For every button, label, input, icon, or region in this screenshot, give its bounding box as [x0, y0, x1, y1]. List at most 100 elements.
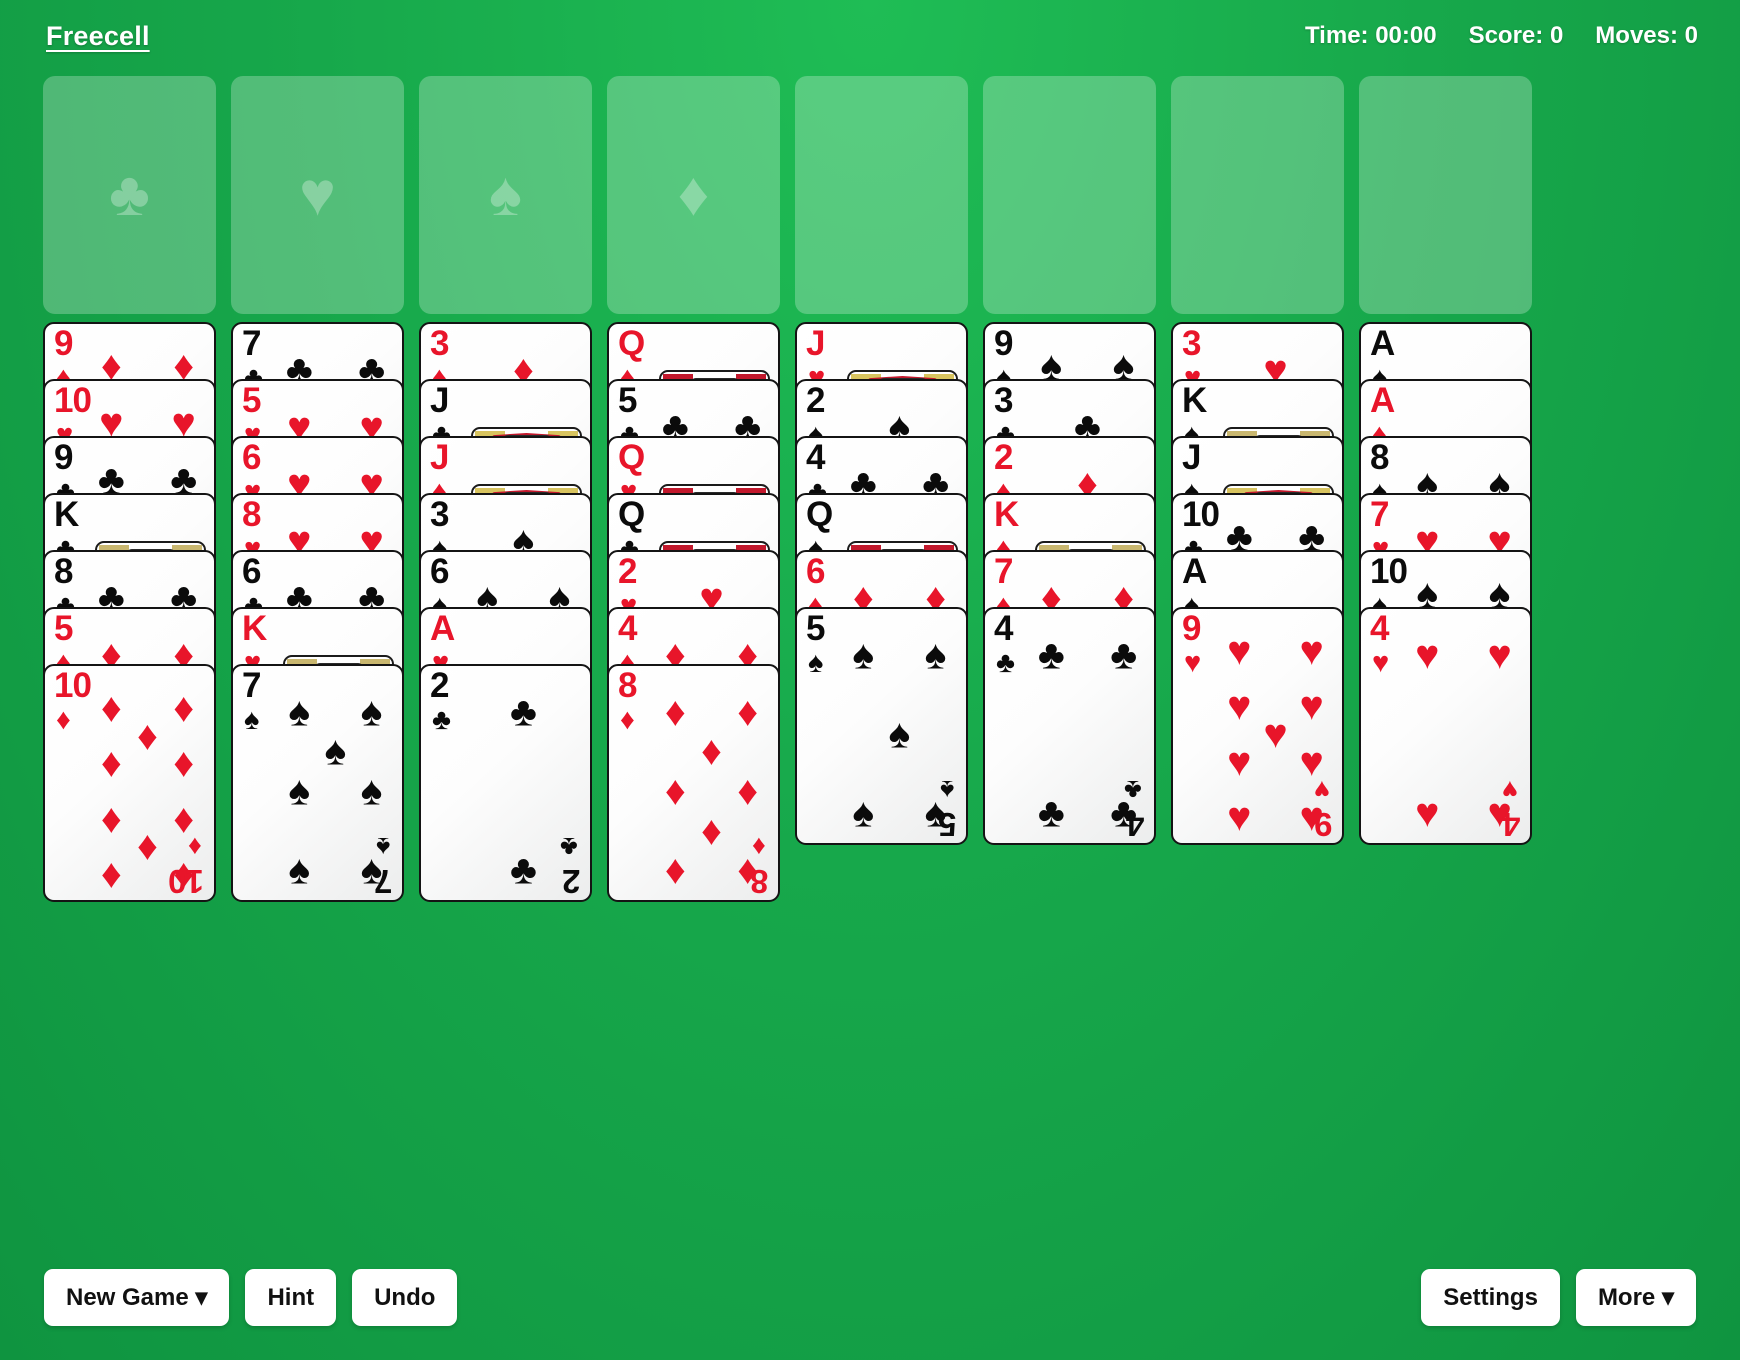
foundation-slot-club[interactable]: ♣ — [43, 76, 216, 314]
pip-layout: ♠ ♠ ♠ ♠ ♠ — [843, 631, 956, 833]
card-rank: 10 — [1370, 552, 1408, 591]
diamond-icon: ♦ — [100, 795, 122, 842]
tableau-column-1[interactable]: 9♦♦♦♦♦♦♦♦♦♦9♦10♥♥♥♥♥♥♥♥♥♥♥10♥9♣♣♣♣♣♣♣♣♣♣… — [43, 322, 216, 932]
spade-icon: ♠ — [808, 647, 824, 679]
card-rank: Q — [618, 495, 645, 534]
card-rank: 10 — [54, 666, 92, 705]
heart-icon: ♥ — [1501, 775, 1518, 805]
card-rank: A — [1370, 324, 1395, 363]
top-bar: Freecell Time: 00:00 Score: 0 Moves: 0 — [0, 0, 1740, 72]
spade-icon: ♠ — [244, 704, 260, 736]
card-rank: 2 — [994, 438, 1013, 477]
card-rank: 10 — [1182, 495, 1220, 534]
heart-icon: ♥ — [1487, 631, 1512, 678]
diamond-icon: ♦ — [701, 807, 722, 854]
card-rank: Q — [618, 438, 645, 477]
spade-icon: ♠ — [360, 767, 383, 814]
tableau-column-7[interactable]: 3♥♥♥♥3♥K♠K♠J♠J♠10♣♣♣♣♣♣♣♣♣♣♣10♣A♠♠A♠9♥♥♥… — [1171, 322, 1344, 932]
card-8-diamond[interactable]: 8 ♦ ♦ ♦ ♦ ♦ ♦ ♦ ♦ ♦ 8 ♦ — [607, 664, 780, 902]
status-group: Time: 00:00 Score: 0 Moves: 0 — [1305, 22, 1698, 50]
card-10-diamond[interactable]: 10 ♦ ♦ ♦ ♦ ♦ ♦ ♦ ♦ ♦ ♦ ♦ 10 ♦ — [43, 664, 216, 902]
card-rank-bottom: 2 — [562, 863, 580, 900]
foundation-slot-diamond[interactable]: ♦ — [607, 76, 780, 314]
settings-button[interactable]: Settings — [1421, 1269, 1560, 1326]
spade-icon: ♠ — [924, 631, 947, 678]
heart-icon: ♥ — [1184, 647, 1202, 679]
heart-icon: ♥ — [1227, 682, 1252, 729]
card-9-heart[interactable]: 9 ♥ ♥ ♥ ♥ ♥ ♥ ♥ ♥ ♥ ♥ 9 ♥ — [1171, 607, 1344, 845]
card-rank-bottom: 4 — [1126, 806, 1144, 843]
tableau-column-8[interactable]: A♠♠A♠A♦♦A♦8♠♠♠♠♠♠♠♠♠8♠7♥♥♥♥♥♥♥♥7♥10♠♠♠♠♠… — [1359, 322, 1532, 932]
club-icon: ♣ — [1037, 789, 1065, 836]
diamond-icon: ♦ — [664, 688, 686, 735]
card-rank: 7 — [242, 666, 261, 705]
free-cell-3[interactable] — [1171, 76, 1344, 314]
game-title-link[interactable]: Freecell — [46, 21, 150, 52]
tableau-column-2[interactable]: 7♣♣♣♣♣♣♣♣7♣5♥♥♥♥♥♥5♥6♥♥♥♥♥♥♥6♥8♥♥♥♥♥♥♥♥♥… — [231, 322, 404, 932]
spade-icon: ♠ — [852, 631, 875, 678]
card-rank: 8 — [1370, 438, 1389, 477]
more-button[interactable]: More ▾ — [1575, 1269, 1696, 1326]
free-cell-4[interactable] — [1359, 76, 1532, 314]
undo-button[interactable]: Undo — [352, 1269, 458, 1326]
card-4-heart[interactable]: 4 ♥ ♥ ♥ ♥ ♥ 4 ♥ — [1359, 607, 1532, 845]
tableau-column-4[interactable]: Q♦Q♦5♣♣♣♣♣♣5♣Q♥Q♥Q♣Q♣2♥♥♥2♥4♦♦♦♦♦4♦8♦♦♦♦… — [607, 322, 780, 932]
card-rank: K — [54, 495, 79, 534]
card-rank: A — [430, 609, 455, 648]
new-game-button[interactable]: New Game ▾ — [44, 1269, 230, 1326]
diamond-icon: ♦ — [737, 767, 759, 814]
tableau-column-5[interactable]: J♥J♥2♠♠♠2♠4♣♣♣♣♣4♣Q♠Q♠6♦♦♦♦♦♦♦6♦5♠♠♠♠♠♠5… — [795, 322, 968, 932]
club-icon: ♣ — [560, 832, 578, 862]
card-4-club[interactable]: 4♣♣♣♣♣4♣ — [983, 607, 1156, 845]
card-rank: 10 — [54, 381, 92, 420]
card-rank: 7 — [242, 324, 261, 363]
card-rank: 6 — [430, 552, 449, 591]
diamond-icon: ♦ — [752, 832, 766, 862]
card-rank: 8 — [242, 495, 261, 534]
heart-icon: ♥ — [1299, 627, 1324, 674]
card-rank: 2 — [618, 552, 637, 591]
card-rank: A — [1370, 381, 1395, 420]
pip-layout: ♠ ♠ ♠ ♠ ♠ ♠ ♠ — [279, 688, 392, 890]
club-icon: ♣ — [1124, 775, 1142, 805]
spade-icon: ♠ — [288, 688, 311, 735]
diamond-icon: ♦ — [173, 684, 195, 731]
spade-icon: ♠ — [939, 775, 954, 805]
card-rank: Q — [618, 324, 645, 363]
card-rank: 2 — [806, 381, 825, 420]
diamond-icon: ♦ — [137, 822, 158, 869]
diamond-icon: ♦ — [188, 832, 202, 862]
card-2-club[interactable]: 2 ♣ ♣ ♣ 2 ♣ — [419, 664, 592, 902]
club-icon: ♣ — [109, 160, 150, 229]
diamond-icon: ♦ — [100, 684, 122, 731]
card-rank-bottom: 4 — [1502, 806, 1520, 843]
tableau: 9♦♦♦♦♦♦♦♦♦♦9♦10♥♥♥♥♥♥♥♥♥♥♥10♥9♣♣♣♣♣♣♣♣♣♣… — [43, 322, 1698, 932]
hint-button[interactable]: Hint — [245, 1269, 337, 1326]
free-cell-2[interactable] — [983, 76, 1156, 314]
card-rank: 6 — [806, 552, 825, 591]
free-cell-1[interactable] — [795, 76, 968, 314]
toolbar-left: New Game ▾ Hint Undo — [44, 1269, 458, 1326]
foundation-slot-spade[interactable]: ♠ — [419, 76, 592, 314]
diamond-icon: ♦ — [664, 846, 686, 893]
card-rank: 3 — [1182, 324, 1201, 363]
card-rank: K — [994, 495, 1019, 534]
tableau-column-3[interactable]: 3♦♦♦♦3♦J♣J♣J♦J♦3♠♠♠♠3♠6♠♠♠♠♠♠♠6♠A♥♥A♥2♣♣… — [419, 322, 592, 932]
card-rank: 6 — [242, 438, 261, 477]
foundation-slot-heart[interactable]: ♥ — [231, 76, 404, 314]
card-rank: 8 — [54, 552, 73, 591]
card-5-spade[interactable]: 5 ♠ ♠ ♠ ♠ ♠ ♠ 5 ♠ — [795, 607, 968, 845]
diamond-icon: ♦ — [137, 712, 158, 759]
card-rank: 8 — [618, 666, 637, 705]
tableau-column-6[interactable]: 9♠♠♠♠♠♠♠♠♠♠9♠3♣♣♣♣3♣2♦♦♦2♦K♦K♦7♦♦♦♦♦♦♦♦7… — [983, 322, 1156, 932]
card-7-spade[interactable]: 7 ♠ ♠ ♠ ♠ ♠ ♠ ♠ ♠ 7 ♠ — [231, 664, 404, 902]
club-icon: ♣ — [1037, 631, 1065, 678]
diamond-icon: ♦ — [677, 160, 710, 229]
heart-icon: ♥ — [1227, 627, 1252, 674]
card-rank: 5 — [54, 609, 73, 648]
card-rank: 4 — [806, 438, 825, 477]
card-rank-bottom: 5 — [938, 806, 956, 843]
card-rank-bottom: 9 — [1314, 806, 1332, 843]
diamond-icon: ♦ — [56, 704, 71, 736]
diamond-icon: ♦ — [100, 739, 122, 786]
